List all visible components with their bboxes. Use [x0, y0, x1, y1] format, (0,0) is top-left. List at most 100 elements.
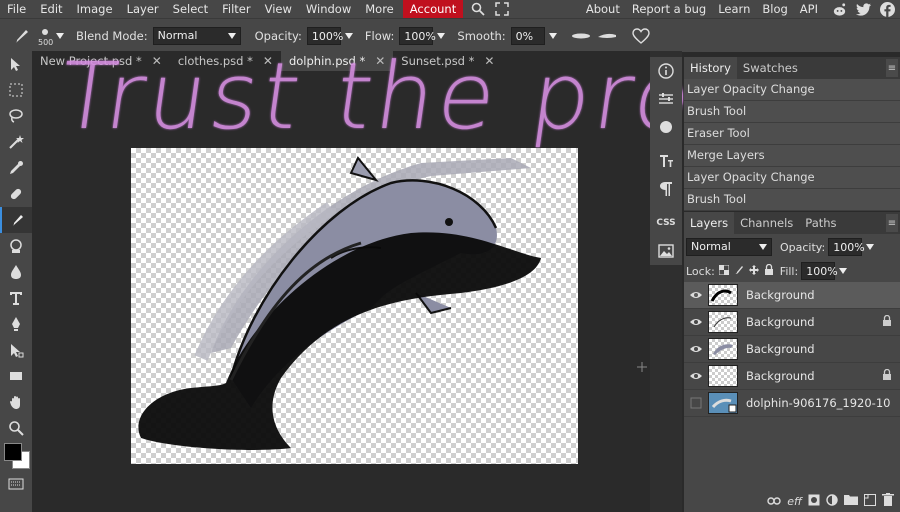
fullscreen-icon[interactable]	[493, 0, 511, 18]
link-about[interactable]: About	[580, 0, 626, 18]
blur-tool-icon[interactable]	[0, 259, 32, 285]
rectangle-tool-icon[interactable]	[0, 363, 32, 389]
layer-row[interactable]: dolphin-906176_1920-10	[684, 390, 900, 417]
brush-tool-icon[interactable]	[10, 25, 32, 47]
history-item[interactable]: Brush Tool	[684, 189, 900, 211]
brush-tool-icon[interactable]	[0, 207, 32, 233]
zoom-tool-icon[interactable]	[0, 415, 32, 441]
tab-channels[interactable]: Channels	[734, 212, 799, 234]
link-blog[interactable]: Blog	[756, 0, 793, 18]
clone-stamp-tool-icon[interactable]	[0, 233, 32, 259]
lock-all-icon[interactable]	[764, 263, 774, 278]
layer-blend-select[interactable]: Normal	[686, 238, 772, 256]
eyedropper-tool-icon[interactable]	[0, 155, 32, 181]
opacity-dropdown-icon[interactable]	[344, 32, 353, 39]
path-select-tool-icon[interactable]	[0, 337, 32, 363]
panel-menu-icon[interactable]: ≡	[886, 214, 898, 232]
adjustments-icon[interactable]	[650, 85, 682, 113]
wand-tool-icon[interactable]	[0, 129, 32, 155]
smooth-input[interactable]: 0%	[510, 26, 545, 45]
delete-layer-icon[interactable]	[882, 493, 894, 509]
menu-file[interactable]: File	[0, 0, 33, 18]
effects-button[interactable]: eff	[787, 495, 802, 508]
new-layer-icon[interactable]	[864, 493, 876, 509]
blend-mode-select[interactable]: Normal	[152, 26, 241, 45]
history-item[interactable]: Layer Opacity Change	[684, 167, 900, 189]
link-api[interactable]: API	[794, 0, 824, 18]
text-tool-icon[interactable]	[0, 285, 32, 311]
brush-tip-icon[interactable]	[571, 29, 591, 43]
link-report-bug[interactable]: Report a bug	[626, 0, 712, 18]
eye-icon[interactable]	[684, 344, 708, 354]
layer-row[interactable]: Background	[684, 309, 900, 336]
search-icon[interactable]	[469, 0, 487, 18]
history-item[interactable]: Brush Tool	[684, 101, 900, 123]
smooth-dropdown-icon[interactable]	[548, 32, 557, 39]
color-swatches[interactable]	[0, 441, 32, 471]
menu-filter[interactable]: Filter	[215, 0, 257, 18]
reddit-icon[interactable]	[830, 0, 848, 18]
lock-paint-icon[interactable]	[734, 265, 744, 278]
lock-move-icon[interactable]	[748, 264, 759, 278]
link-learn[interactable]: Learn	[712, 0, 756, 18]
panel-menu-icon[interactable]: ≡	[886, 59, 898, 77]
healing-tool-icon[interactable]	[0, 181, 32, 207]
css-panel-button[interactable]: CSS	[650, 209, 682, 237]
foreground-color-swatch[interactable]	[4, 443, 22, 461]
character-icon[interactable]	[650, 147, 682, 175]
menu-image[interactable]: Image	[70, 0, 120, 18]
paragraph-icon[interactable]	[650, 175, 682, 203]
menu-window[interactable]: Window	[299, 0, 358, 18]
pen-tool-icon[interactable]	[0, 311, 32, 337]
folder-icon[interactable]	[844, 494, 858, 508]
fill-dropdown-icon[interactable]	[839, 268, 848, 274]
chevron-down-icon	[227, 32, 236, 39]
lock-transparency-icon[interactable]	[718, 264, 730, 278]
mini-panel-column: CSS	[650, 57, 682, 265]
link-layers-icon[interactable]	[767, 495, 781, 508]
twitter-icon[interactable]	[854, 0, 872, 18]
brush-size-preset[interactable]: 500	[36, 21, 66, 51]
adjustment-layer-icon[interactable]	[826, 493, 838, 509]
history-item[interactable]: Eraser Tool	[684, 123, 900, 145]
tab-swatches[interactable]: Swatches	[737, 57, 804, 79]
layer-row[interactable]: Background	[684, 336, 900, 363]
move-tool-icon[interactable]	[0, 51, 32, 77]
hand-tool-icon[interactable]	[0, 389, 32, 415]
tab-history[interactable]: History	[684, 57, 737, 79]
facebook-icon[interactable]	[878, 0, 896, 18]
history-item[interactable]: Merge Layers	[684, 145, 900, 167]
menu-more[interactable]: More	[358, 0, 401, 18]
brush-settings-icon[interactable]	[650, 113, 682, 141]
flow-dropdown-icon[interactable]	[437, 32, 446, 39]
mask-icon[interactable]	[808, 494, 820, 509]
tab-layers[interactable]: Layers	[684, 212, 735, 234]
flow-input[interactable]: 100%	[399, 26, 436, 45]
layer-row[interactable]: Background	[684, 363, 900, 390]
layers-panel-tabs: Layers Channels Paths ≡	[684, 212, 900, 234]
tools-panel	[0, 51, 32, 512]
info-icon[interactable]	[650, 57, 682, 85]
menu-select[interactable]: Select	[166, 0, 215, 18]
history-item[interactable]: Layer Opacity Change	[684, 79, 900, 101]
marquee-tool-icon[interactable]	[0, 77, 32, 103]
eye-icon[interactable]	[684, 317, 708, 327]
image-icon[interactable]	[650, 237, 682, 265]
fill-input[interactable]: 100%	[801, 262, 838, 280]
tab-paths[interactable]: Paths	[799, 212, 842, 234]
lasso-tool-icon[interactable]	[0, 103, 32, 129]
account-button[interactable]: Account	[402, 0, 464, 18]
menu-view[interactable]: View	[258, 0, 299, 18]
brush-tip-alt-icon[interactable]	[597, 29, 617, 43]
keyboard-icon[interactable]	[0, 471, 32, 497]
menu-layer[interactable]: Layer	[120, 0, 166, 18]
visibility-checkbox[interactable]	[684, 397, 708, 409]
layer-row[interactable]: Background	[684, 282, 900, 309]
eye-icon[interactable]	[684, 371, 708, 381]
eye-icon[interactable]	[684, 290, 708, 300]
layer-opacity-dropdown-icon[interactable]	[866, 244, 875, 250]
layer-opacity-input[interactable]: 100%	[828, 238, 865, 256]
menu-edit[interactable]: Edit	[33, 0, 69, 18]
document-canvas[interactable]	[131, 148, 578, 464]
opacity-input[interactable]: 100%	[306, 26, 343, 45]
